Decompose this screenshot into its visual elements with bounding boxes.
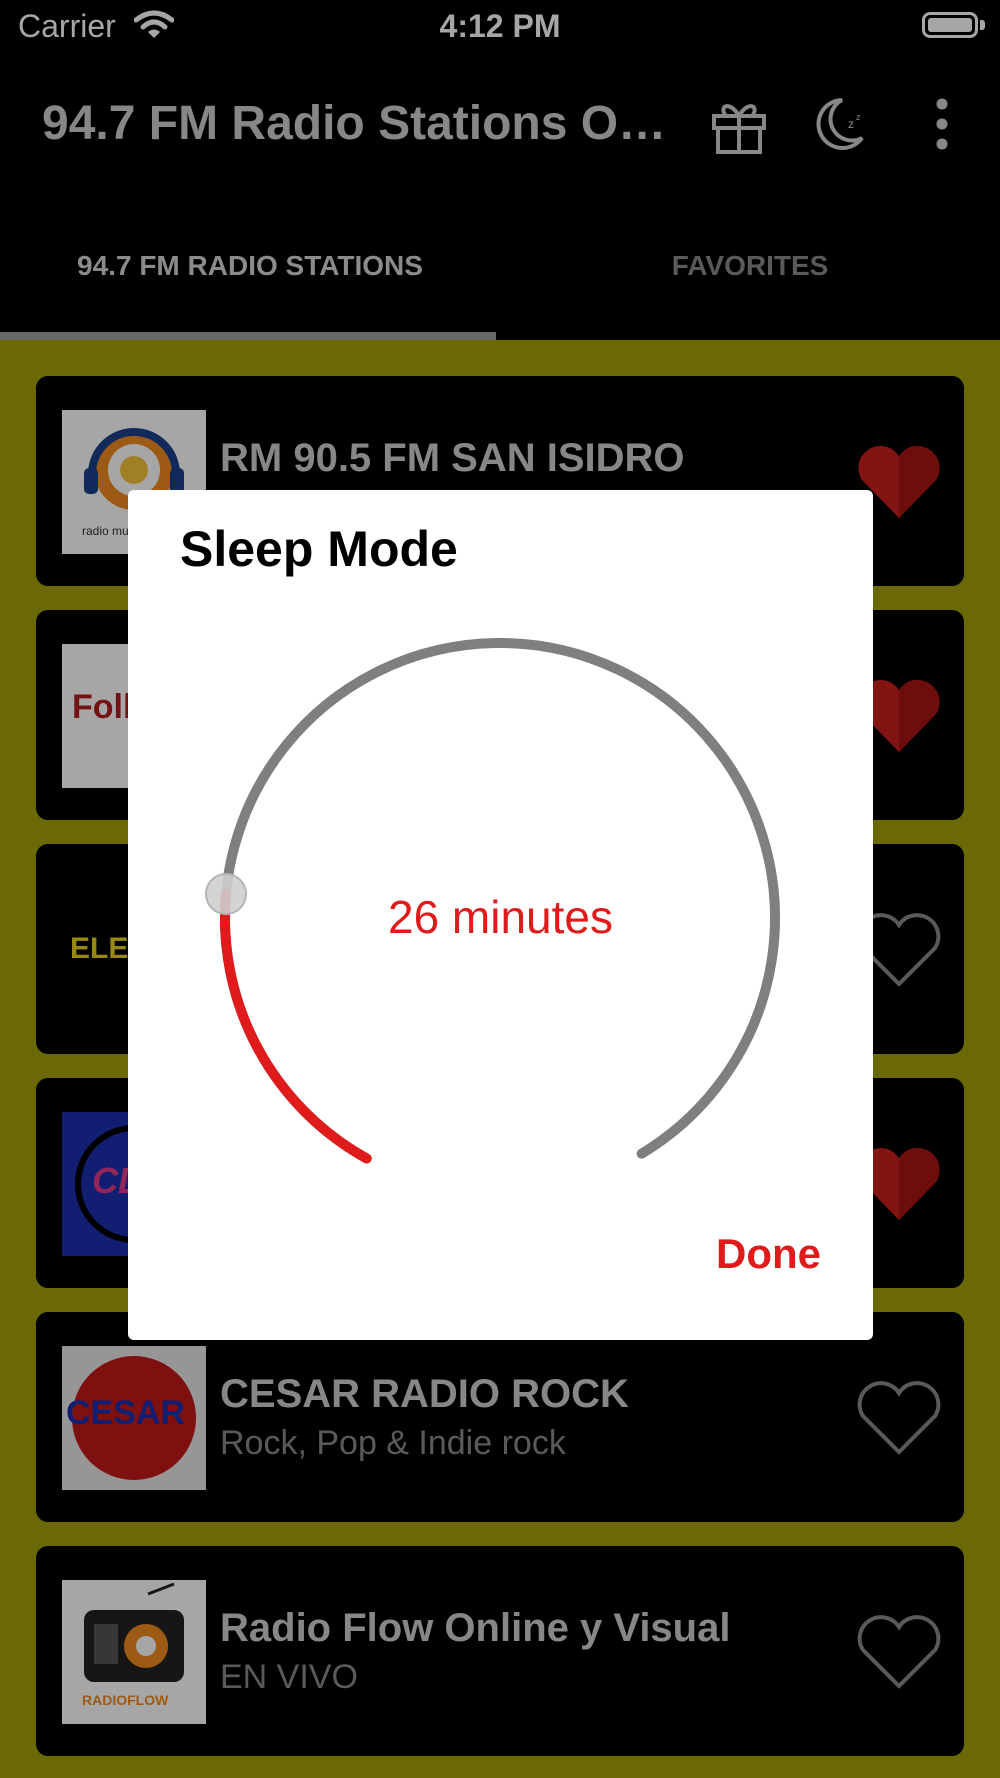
sleep-mode-dialog: Sleep Mode 26 minutes Done bbox=[128, 490, 873, 1340]
done-button[interactable]: Done bbox=[716, 1230, 821, 1278]
sleep-timer-dial[interactable] bbox=[128, 490, 873, 1190]
minutes-label: 26 minutes bbox=[387, 891, 613, 943]
